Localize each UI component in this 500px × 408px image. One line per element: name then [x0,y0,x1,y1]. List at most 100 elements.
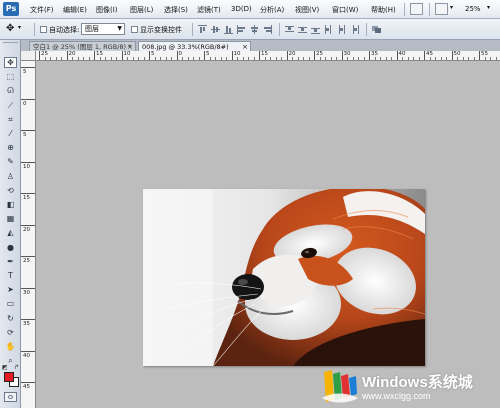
chevron-down-icon[interactable]: ▾ [450,4,453,11]
chevron-down-icon[interactable]: ▾ [18,24,21,31]
swap-colors-icon[interactable]: ↱ [14,364,19,371]
options-bar: ✥ ▾ 自动选择: 图层 ▼ 显示变换控件 [0,19,500,40]
ruler-minor-tick [61,57,62,60]
path-selection-icon[interactable]: ➤ [4,284,17,295]
eyedropper-icon[interactable]: ⁄ [4,128,17,139]
launch-bridge-icon[interactable] [410,3,423,15]
pen-icon[interactable]: ✒ [4,256,17,267]
ruler-minor-tick [407,57,409,60]
foreground-color-swatch[interactable] [4,372,14,382]
ruler-tick-label: 5 [23,69,27,75]
shape-icon[interactable]: ▭ [4,298,17,309]
document-tab-blank[interactable]: 空白1 @ 25% (图层 1, RGB/8) * × [29,41,136,51]
windows-logo-icon [322,370,358,403]
eraser-icon[interactable]: ◧ [4,199,17,210]
ruler-minor-tick [220,57,222,60]
ruler-minor-tick [127,57,128,60]
document-image-red-panda[interactable] [143,189,425,366]
ruler-minor-tick [72,57,73,60]
blur-icon[interactable]: ◭ [4,227,17,238]
ruler-tick-label: 15 [23,195,30,201]
quick-mask-icon[interactable] [4,392,17,402]
distribute-right-icon[interactable] [350,25,359,34]
history-brush-icon[interactable]: ⟲ [4,185,17,196]
auto-select-checkbox[interactable] [40,26,47,33]
zoom-level[interactable]: 25% [465,5,481,13]
menu-edit[interactable]: 编辑(E) [63,5,87,15]
align-vertical-center-icon[interactable] [211,25,220,34]
ruler-tick [21,256,35,257]
menu-select[interactable]: 选择(S) [164,5,188,15]
distribute-bottom-icon[interactable] [311,25,320,34]
ruler-tick [21,350,35,352]
ruler-minor-tick [303,57,304,60]
horizontal-ruler[interactable]: 25 20 15 10 5 0 5 10 15 20 25 30 35 40 45 50 55 [36,51,500,61]
lasso-icon[interactable]: ᘏ [4,85,17,96]
menu-image[interactable]: 图像(I) [96,5,118,15]
align-bottom-icon[interactable] [224,25,233,34]
move-tool-preset-icon[interactable]: ✥ [6,23,14,34]
menu-view[interactable]: 视图(V) [295,5,319,15]
menu-file[interactable]: 文件(F) [30,5,54,15]
distribute-horizontal-center-icon[interactable] [337,25,346,34]
ruler-tick [341,51,343,60]
ruler-minor-tick [297,57,299,60]
ruler-minor-tick [292,57,293,60]
move-icon[interactable]: ✥ [4,57,17,68]
ruler-minor-tick [77,57,79,60]
gradient-icon[interactable]: ▦ [4,213,17,224]
ruler-minor-tick [462,57,464,60]
document-tab-008[interactable]: 008.jpg @ 33.3%(RGB/8#) × [138,41,251,51]
close-icon[interactable]: × [127,42,133,51]
ruler-tick [21,193,35,194]
show-transform-controls-checkbox[interactable] [131,26,138,33]
marquee-icon[interactable]: ⬚ [4,71,17,82]
ruler-minor-tick [468,57,469,60]
close-icon[interactable]: × [242,42,248,51]
ruler-minor-tick [226,57,227,60]
clone-stamp-icon[interactable]: ♙ [4,171,17,182]
distribute-left-icon[interactable] [324,25,333,34]
align-horizontal-center-icon[interactable] [250,25,259,34]
menu-filter[interactable]: 滤镜(T) [197,5,221,15]
3d-rotate-icon[interactable]: ↻ [4,313,17,324]
ruler-tick-label: 30 [23,289,30,296]
ruler-minor-tick [275,57,277,60]
ruler-minor-tick [50,57,51,60]
show-transform-controls-label: 显示变换控件 [140,26,182,34]
auto-align-layers-icon[interactable] [372,25,381,34]
align-left-icon[interactable] [237,25,246,34]
ruler-minor-tick [418,57,420,60]
menu-layer[interactable]: 图层(L) [130,5,153,15]
arrange-documents-icon[interactable] [435,3,448,15]
ruler-minor-tick [44,57,46,60]
ruler-minor-tick [385,57,387,60]
distribute-vertical-center-icon[interactable] [298,25,307,34]
brush-icon[interactable]: ✎ [4,156,17,167]
menu-analysis[interactable]: 分析(A) [260,5,284,15]
hand-icon[interactable]: ✋ [4,341,17,352]
align-right-icon[interactable] [263,25,272,34]
vertical-ruler[interactable]: 5 0 5 10 15 20 25 30 35 40 45 [21,61,36,408]
magic-wand-icon[interactable]: ⟋ [4,100,17,111]
menu-window[interactable]: 窗口(W) [332,5,358,15]
type-icon[interactable]: T [4,270,17,281]
menubar-divider [404,3,405,16]
healing-brush-icon[interactable]: ⊕ [4,142,17,153]
crop-icon[interactable]: ⌗ [4,114,17,125]
ruler-tick [121,51,123,60]
zoom-dropdown-icon[interactable]: ▾ [487,4,490,11]
ruler-tick [21,287,35,289]
default-colors-icon[interactable]: ◩ [2,364,8,371]
ruler-minor-tick [264,57,266,60]
3d-orbit-icon[interactable]: ⟳ [4,327,17,338]
ruler-origin[interactable] [21,51,36,61]
menu-help[interactable]: 帮助(H) [371,5,396,15]
dodge-icon[interactable]: ● [4,242,17,253]
options-divider [366,23,367,36]
distribute-top-icon[interactable] [285,25,294,34]
ruler-tick-label: 5 [23,132,27,138]
menu-3d[interactable]: 3D(D) [231,5,252,13]
align-top-icon[interactable] [198,25,207,34]
auto-select-target-dropdown[interactable]: 图层 ▼ [81,23,125,35]
